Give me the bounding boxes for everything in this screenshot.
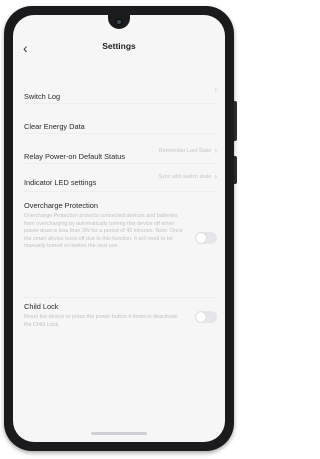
clear-energy-data-label: Clear Energy Data [24, 122, 85, 131]
child-lock-section: Child Lock Reset the device or press the… [24, 302, 217, 329]
settings-screen: ‹ Settings Switch Log › Clear Energy Dat… [13, 15, 225, 442]
divider [24, 297, 217, 298]
settings-header: ‹ Settings [13, 39, 225, 59]
divider [24, 133, 217, 134]
chevron-right-icon: › [214, 85, 217, 94]
overcharge-protection-section: Overcharge Protection Overcharge Protect… [24, 201, 217, 251]
relay-power-on-value: Remember Last State [158, 148, 212, 154]
child-lock-title: Child Lock [24, 302, 59, 311]
divider [24, 163, 217, 164]
switch-log-label: Switch Log [24, 92, 61, 101]
divider [24, 191, 217, 192]
indicator-led-value: Sync with switch state [158, 174, 212, 180]
toggle-knob [196, 312, 206, 322]
overcharge-protection-toggle[interactable] [195, 232, 217, 244]
camera-notch [108, 15, 130, 29]
overcharge-protection-description: Overcharge Protection protects connected… [24, 213, 183, 250]
child-lock-toggle[interactable] [195, 311, 217, 323]
switch-log-row[interactable]: Switch Log › [24, 86, 217, 104]
relay-power-on-label: Relay Power-on Default Status [24, 152, 126, 161]
volume-button [234, 101, 237, 141]
overcharge-protection-title: Overcharge Protection [24, 201, 98, 210]
toggle-knob [196, 233, 206, 243]
divider [24, 103, 217, 104]
relay-power-on-row[interactable]: Relay Power-on Default Status Remember L… [24, 146, 217, 164]
indicator-led-label: Indicator LED settings [24, 178, 97, 187]
child-lock-description: Reset the device or press the power butt… [24, 314, 178, 328]
camera-icon [115, 18, 123, 26]
power-button [234, 156, 237, 184]
chevron-right-icon: › [214, 146, 217, 155]
phone-frame: ‹ Settings Switch Log › Clear Energy Dat… [4, 6, 237, 451]
chevron-right-icon: › [214, 172, 217, 181]
page-title: Settings [102, 41, 136, 51]
clear-energy-data-row[interactable]: Clear Energy Data [24, 116, 217, 134]
home-indicator [91, 432, 147, 435]
indicator-led-row[interactable]: Indicator LED settings Sync with switch … [24, 172, 217, 190]
